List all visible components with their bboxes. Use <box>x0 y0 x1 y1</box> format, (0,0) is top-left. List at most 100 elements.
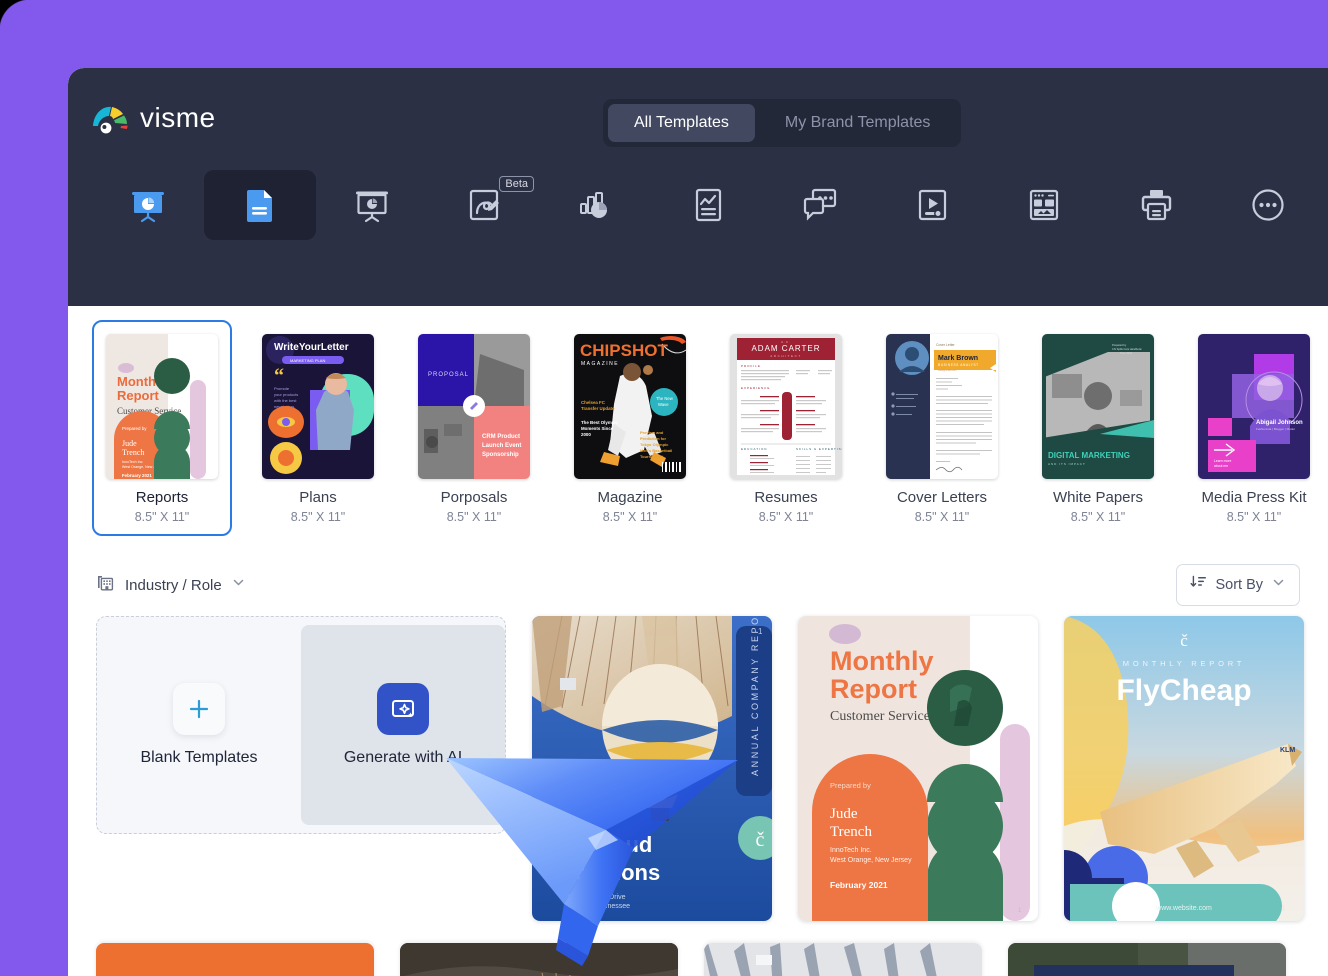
whiteboard-chart-icon <box>349 182 395 228</box>
category-thumb-reports: Monthly Report Customer Service Prepared… <box>106 334 218 479</box>
chevron-down-icon <box>231 575 246 595</box>
content-type-drawing[interactable]: Beta <box>428 170 540 240</box>
page-corner-mask <box>0 0 30 30</box>
svg-text:about me: about me <box>1214 464 1228 468</box>
svg-text:Prepared by: Prepared by <box>1112 343 1127 347</box>
svg-text:č: č <box>1180 631 1188 650</box>
generate-with-ai-button[interactable]: Generate with AI <box>301 625 505 825</box>
svg-text:West Orange, New Jersey: West Orange, New Jersey <box>830 857 912 864</box>
category-card-media-press-kit[interactable]: Learn more about me Abigail Johnson Fash… <box>1184 320 1324 536</box>
svg-text:The Best Olympic: The Best Olympic <box>581 420 619 425</box>
template-card-marble-partial[interactable] <box>704 943 982 976</box>
sort-by-dropdown[interactable]: Sort By <box>1176 564 1300 606</box>
category-size: 8.5" X 11" <box>100 510 224 524</box>
svg-text:Preview and: Preview and <box>640 430 664 435</box>
category-thumb-media-press-kit: Learn more about me Abigail Johnson Fash… <box>1198 334 1310 479</box>
app-header: visme All Templates My Brand Templates <box>68 68 1328 306</box>
svg-text:with the best: with the best <box>274 398 297 403</box>
template-card-annual-company-report[interactable]: www.website.com 1 ANNUAL COMPANY REPORT … <box>532 616 772 921</box>
content-type-presentations[interactable] <box>92 170 204 240</box>
blank-templates-button[interactable]: Blank Templates <box>97 617 301 833</box>
svg-text:DIGITAL MARKETING: DIGITAL MARKETING <box>1048 451 1130 460</box>
svg-text:Moments Since: Moments Since <box>581 426 614 431</box>
content-type-infographics[interactable] <box>540 170 652 240</box>
svg-text:Transfer Update: Transfer Update <box>581 406 615 411</box>
svg-text:Customer Service: Customer Service <box>830 709 930 724</box>
content-type-more[interactable] <box>1212 170 1324 240</box>
presentation-icon <box>125 182 171 228</box>
category-carousel[interactable]: Monthly Report Customer Service Prepared… <box>68 306 1328 556</box>
svg-text:ANNUAL COMPANY REPORT: ANNUAL COMPANY REPORT <box>750 616 760 776</box>
category-card-resumes[interactable]: A.C. ADAM CARTER ARCHITECT PROFILE EXPER… <box>716 320 856 536</box>
category-card-cover-letters[interactable]: Cover Letter Mark Brown BUSINESS ANALYST… <box>872 320 1012 536</box>
svg-text:InnoTech Inc.: InnoTech Inc. <box>122 460 143 464</box>
svg-text:Launch Event: Launch Event <box>482 443 521 449</box>
category-card-magazine[interactable]: CHIPSHOT MAGAZINE Chelsea FC Transfer Up… <box>560 320 700 536</box>
ai-image-icon <box>377 683 429 735</box>
svg-text:February 2021: February 2021 <box>830 880 888 890</box>
content-type-printables[interactable] <box>1100 170 1212 240</box>
template-grid: Blank Templates Generate with AI <box>68 616 1328 921</box>
category-card-white-papers[interactable]: Prepared by Chi Spills Cars Handbook Ton… <box>1028 320 1168 536</box>
category-card-reports[interactable]: Monthly Report Customer Service Prepared… <box>92 320 232 536</box>
content-type-social-graphics[interactable] <box>764 170 876 240</box>
svg-text:The New: The New <box>656 396 674 401</box>
svg-text:Learn more: Learn more <box>1214 459 1231 463</box>
svg-text:Tournament: Tournament <box>640 454 663 459</box>
category-size: 8.5" X 11" <box>880 510 1004 524</box>
category-name: Resumes <box>724 489 848 506</box>
svg-text:Prepared by: Prepared by <box>122 426 147 431</box>
content-type-reports[interactable] <box>652 170 764 240</box>
template-card-monthly-report[interactable]: Monthly Report Customer Service Prepared… <box>798 616 1038 921</box>
svg-text:BUSINESS ANALYST: BUSINESS ANALYST <box>938 363 979 367</box>
svg-text:MARKETING PLAN: MARKETING PLAN <box>290 358 325 363</box>
tab-all-templates[interactable]: All Templates <box>608 104 755 142</box>
svg-text:Trench: Trench <box>830 824 872 840</box>
category-name: Media Press Kit <box>1192 489 1316 506</box>
svg-text:www.website.com: www.website.com <box>631 761 688 768</box>
industry-role-label: Industry / Role <box>125 577 222 594</box>
category-size: 8.5" X 11" <box>1192 510 1316 524</box>
content-type-whiteboards[interactable] <box>316 170 428 240</box>
industry-role-filter[interactable]: Industry / Role <box>96 573 246 598</box>
category-name: Reports <box>100 489 224 506</box>
svg-text:Tone 2024: Tone 2024 <box>1120 351 1133 355</box>
svg-text:SKILLS & EXPERTISE: SKILLS & EXPERTISE <box>796 447 842 451</box>
template-card-flycheap[interactable]: KLM č MONTHLY REPORT FlyCheap www.websit… <box>1064 616 1304 921</box>
visme-app-window: visme All Templates My Brand Templates <box>68 68 1328 976</box>
svg-text:2000: 2000 <box>581 432 591 437</box>
filter-bar: Industry / Role Sort By <box>68 556 1328 616</box>
create-options-box: Blank Templates Generate with AI <box>96 616 506 834</box>
category-name: Plans <box>256 489 380 506</box>
content-type-videos[interactable] <box>876 170 988 240</box>
svg-text:FlyCheap: FlyCheap <box>1116 674 1251 707</box>
document-icon <box>237 182 283 228</box>
template-card-orange-partial[interactable] <box>96 943 374 976</box>
category-card-porposals[interactable]: PROPOSAL CRM Product Launch Event Sponso… <box>404 320 544 536</box>
tab-my-brand-templates[interactable]: My Brand Templates <box>759 104 957 142</box>
template-card-navy-green-partial[interactable] <box>1008 943 1286 976</box>
category-size: 8.5" X 11" <box>1036 510 1160 524</box>
category-thumb-plans: WriteYourLetter MARKETING PLAN “ Promote… <box>262 334 374 479</box>
category-size: 8.5" X 11" <box>724 510 848 524</box>
brand-name: visme <box>140 102 216 134</box>
svg-text:InnoTech Inc.: InnoTech Inc. <box>830 847 872 854</box>
svg-text:č: č <box>756 829 765 851</box>
svg-text:KLM: KLM <box>1280 747 1295 754</box>
svg-text:MONTHLY REPORT: MONTHLY REPORT <box>1123 659 1245 668</box>
svg-text:Solutions: Solutions <box>560 860 660 885</box>
svg-text:Cloud: Cloud <box>590 832 652 857</box>
category-card-plans[interactable]: WriteYourLetter MARKETING PLAN “ Promote… <box>248 320 388 536</box>
content-type-toolbar: Beta <box>68 170 1328 240</box>
chevron-down-icon <box>1271 575 1286 595</box>
content-type-web-graphics[interactable] <box>988 170 1100 240</box>
beta-badge: Beta <box>499 176 534 192</box>
content-type-documents[interactable] <box>204 170 316 240</box>
visme-logo[interactable]: visme <box>90 102 216 134</box>
template-card-dark-texture-partial[interactable] <box>400 943 678 976</box>
svg-text:Men's Basketball: Men's Basketball <box>640 448 672 453</box>
svg-text:Prepared by: Prepared by <box>830 781 871 790</box>
svg-text:February 2021: February 2021 <box>122 473 152 478</box>
generate-with-ai-label: Generate with AI <box>344 749 462 767</box>
sort-descending-icon <box>1190 574 1207 596</box>
